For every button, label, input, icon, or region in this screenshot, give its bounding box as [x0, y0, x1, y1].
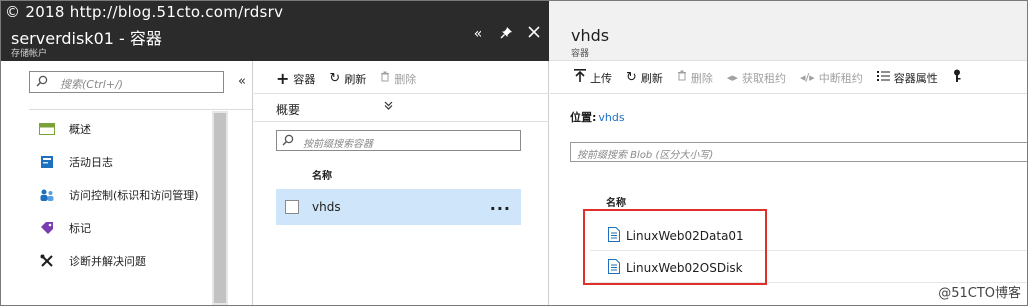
location-link[interactable]: vhds — [598, 111, 624, 124]
break-lease-button[interactable]: ◂/▸ 中断租约 — [800, 70, 863, 86]
acquire-lease-button[interactable]: ◂▸ 获取租约 — [727, 70, 786, 86]
trash-icon — [677, 70, 687, 85]
lease-icon: ◂▸ — [726, 71, 738, 84]
highlight-box — [583, 209, 767, 285]
pin-icon[interactable] — [499, 26, 513, 43]
menu-item-diagnose[interactable]: 诊断并解决问题 — [29, 245, 224, 277]
container-title: vhds — [571, 26, 610, 45]
container-toolbar: + 容器 ↻ 刷新 删除 — [276, 69, 430, 88]
menu-search-input[interactable]: 搜索(Ctrl+/) — [29, 71, 224, 93]
add-container-button[interactable]: + 容器 — [276, 69, 315, 88]
plus-icon: + — [276, 69, 290, 88]
break-lease-label: 中断租约 — [818, 71, 863, 85]
resource-menu: 搜索(Ctrl+/) « 概述 活动日志 访问控制(标识和访问管理) 标记 诊断… — [1, 61, 259, 305]
menu-divider — [29, 109, 259, 110]
menu-scrollbar[interactable] — [212, 111, 228, 305]
watermark-top: © 2018 http://blog.51cto.com/rdsrv — [5, 3, 284, 21]
container-name: vhds — [312, 200, 341, 214]
key-icon — [952, 69, 962, 86]
delete-label: 删除 — [394, 72, 417, 86]
row-checkbox[interactable] — [285, 200, 299, 214]
refresh-button[interactable]: ↻ 刷新 — [626, 70, 663, 86]
delete-button[interactable]: 删除 — [380, 71, 416, 87]
container-properties-button[interactable]: 容器属性 — [876, 70, 938, 86]
menu-item-label: 概述 — [69, 123, 91, 136]
table-row[interactable]: vhds ... — [276, 189, 521, 225]
upload-icon — [574, 69, 586, 86]
refresh-icon: ↻ — [329, 71, 341, 86]
refresh-icon: ↻ — [626, 70, 637, 85]
overview-icon — [37, 122, 57, 136]
menu-item-label: 诊断并解决问题 — [69, 255, 146, 268]
menu-item-label: 活动日志 — [69, 156, 113, 169]
access-policy-button[interactable] — [952, 69, 966, 86]
add-container-label: 容器 — [293, 72, 316, 86]
menu-item-tags[interactable]: 标记 — [29, 212, 224, 244]
scrollbar-thumb[interactable] — [214, 113, 226, 303]
location-breadcrumb: 位置: vhds — [570, 109, 625, 125]
properties-label: 容器属性 — [893, 71, 938, 85]
acquire-lease-label: 获取租约 — [741, 71, 786, 85]
container-search-input[interactable]: 按前缀搜索容器 — [276, 130, 521, 151]
page-subtitle: 存储帐户 — [11, 49, 48, 59]
menu-search-placeholder: 搜索(Ctrl+/) — [60, 78, 124, 91]
activity-log-icon — [37, 155, 57, 169]
location-label: 位置: — [570, 111, 597, 124]
blob-search-input[interactable]: 按前缀搜索 Blob (区分大小写) — [570, 142, 1027, 162]
container-subtitle: 容器 — [571, 49, 590, 59]
more-options-button[interactable]: ... — [490, 195, 511, 214]
tools-icon — [37, 254, 57, 268]
header-actions: « — [471, 26, 541, 43]
essentials-divider — [254, 121, 549, 122]
chevron-down-icon[interactable] — [384, 101, 393, 113]
essentials-toggle[interactable]: 概要 — [276, 101, 300, 118]
blob-list-panel: 上传 ↻ 刷新 删除 ◂▸ 获取租约 ◂/▸ 中断租约 容器属性 位置: vhd… — [550, 61, 1027, 305]
menu-item-label: 标记 — [69, 222, 91, 235]
trash-icon — [380, 71, 390, 86]
toolbar-divider — [550, 93, 1027, 94]
close-icon[interactable] — [527, 26, 541, 43]
menu-item-activity-log[interactable]: 活动日志 — [29, 146, 224, 178]
upload-button[interactable]: 上传 — [574, 69, 612, 86]
watermark-bottom-right: @51CTO博客 — [938, 286, 1021, 301]
container-list-panel: + 容器 ↻ 刷新 删除 概要 按前缀搜索容器 名称 vhds ... — [254, 61, 549, 305]
delete-button[interactable]: 删除 — [677, 70, 713, 86]
search-icon — [282, 134, 294, 149]
container-header: vhds 容器 — [549, 1, 1027, 61]
upload-label: 上传 — [590, 71, 612, 85]
access-control-icon — [37, 188, 57, 202]
search-icon — [36, 75, 48, 90]
menu-item-access-control[interactable]: 访问控制(标识和访问管理) — [29, 179, 224, 211]
refresh-button[interactable]: ↻ 刷新 — [329, 71, 366, 87]
blob-toolbar: 上传 ↻ 刷新 删除 ◂▸ 获取租约 ◂/▸ 中断租约 容器属性 — [574, 69, 980, 86]
collapse-double-chevron-icon[interactable]: « — [471, 26, 485, 43]
delete-label: 删除 — [690, 71, 713, 85]
refresh-label: 刷新 — [640, 71, 663, 85]
blob-search-placeholder: 按前缀搜索 Blob (区分大小写) — [577, 150, 714, 161]
toolbar-divider — [254, 93, 549, 94]
container-search-placeholder: 按前缀搜索容器 — [303, 139, 373, 150]
list-icon — [876, 70, 890, 86]
tag-icon — [37, 221, 57, 235]
menu-item-label: 访问控制(标识和访问管理) — [69, 189, 199, 202]
break-lease-icon: ◂/▸ — [799, 71, 815, 84]
collapse-menu-icon[interactable]: « — [238, 74, 246, 89]
name-column-header[interactable]: 名称 — [606, 194, 626, 209]
azure-portal-window: © 2018 http://blog.51cto.com/rdsrv serve… — [0, 0, 1028, 306]
menu-item-overview[interactable]: 概述 — [29, 113, 224, 145]
refresh-label: 刷新 — [344, 72, 367, 86]
name-column-header[interactable]: 名称 — [312, 167, 332, 182]
